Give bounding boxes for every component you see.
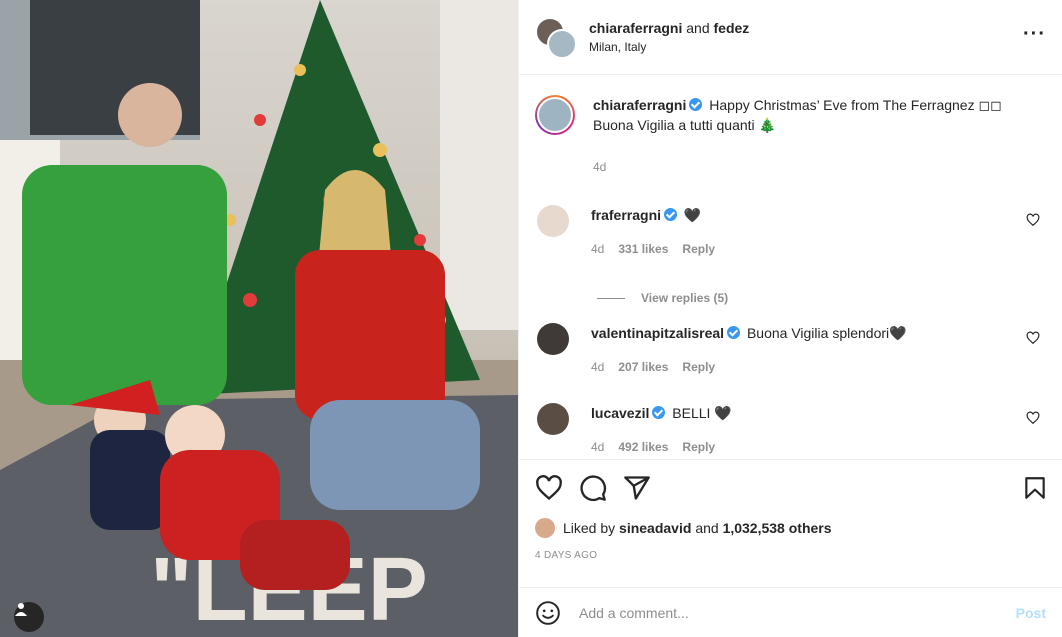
heart-icon[interactable] bbox=[1026, 331, 1040, 345]
comment-input[interactable] bbox=[577, 603, 1016, 622]
comment-text: Buona Vigilia splendori🖤 bbox=[746, 325, 907, 341]
username-link[interactable]: sineadavid bbox=[619, 520, 691, 536]
reply-button[interactable]: Reply bbox=[682, 357, 715, 377]
post-comment-button[interactable]: Post bbox=[1016, 605, 1046, 621]
more-options-icon[interactable]: ··· bbox=[1023, 24, 1046, 44]
avatar[interactable] bbox=[537, 205, 569, 237]
comment: valentinapitzalisreal Buona Vigilia sple… bbox=[535, 323, 1046, 403]
action-icons bbox=[535, 474, 1046, 502]
avatar[interactable] bbox=[535, 518, 555, 538]
likes-summary: Liked by sineadavid and 1,032,538 others bbox=[535, 518, 1046, 538]
comment-likes[interactable]: 207 likes bbox=[618, 357, 668, 377]
collab-avatars[interactable] bbox=[535, 17, 577, 59]
caption-text: Happy Christmas’ Eve from The Ferragnez … bbox=[709, 97, 1002, 113]
avatar[interactable] bbox=[537, 403, 569, 435]
and-text: and bbox=[686, 20, 710, 36]
username-link[interactable]: valentinapitzalisreal bbox=[591, 325, 724, 341]
bookmark-icon[interactable] bbox=[1022, 474, 1048, 502]
username-link[interactable]: chiaraferragni bbox=[593, 97, 686, 113]
username-link[interactable]: lucavezil bbox=[591, 405, 649, 421]
and-text: and bbox=[695, 520, 719, 536]
comment-likes[interactable]: 331 likes bbox=[618, 239, 668, 259]
avatar[interactable] bbox=[535, 95, 575, 135]
like-heart-icon[interactable] bbox=[535, 474, 563, 502]
reply-button[interactable]: Reply bbox=[682, 239, 715, 259]
heart-icon[interactable] bbox=[1026, 213, 1040, 227]
post-photo[interactable]: "LEEP bbox=[0, 0, 518, 637]
verified-icon bbox=[727, 326, 741, 339]
comment-text: 🖤 bbox=[683, 207, 702, 223]
comment-text: BELLI 🖤 bbox=[672, 405, 732, 421]
verified-icon bbox=[689, 98, 703, 111]
timestamp[interactable]: 4d bbox=[591, 357, 604, 377]
person-icon bbox=[15, 603, 27, 616]
caption: chiaraferragni Happy Christmas’ Eve from… bbox=[535, 95, 1046, 205]
username-link[interactable]: chiaraferragni bbox=[589, 20, 682, 36]
emoji-icon[interactable] bbox=[535, 600, 561, 626]
add-comment-bar: Post bbox=[519, 587, 1062, 637]
share-paper-plane-icon[interactable] bbox=[623, 474, 651, 502]
avatar bbox=[547, 29, 577, 59]
verified-icon bbox=[652, 406, 666, 419]
liked-by-prefix: Liked by bbox=[563, 520, 616, 536]
location-link[interactable]: Milan, Italy bbox=[589, 40, 749, 54]
reply-button[interactable]: Reply bbox=[682, 437, 715, 457]
heart-icon[interactable] bbox=[1026, 411, 1040, 425]
comment-bubble-icon[interactable] bbox=[579, 474, 607, 502]
likes-count-link[interactable]: 1,032,538 others bbox=[723, 520, 832, 536]
divider bbox=[597, 297, 625, 299]
username-link[interactable]: fraferragni bbox=[591, 207, 661, 223]
post-date[interactable]: 4 DAYS AGO bbox=[535, 550, 1046, 561]
comment-likes[interactable]: 492 likes bbox=[618, 437, 668, 457]
verified-icon bbox=[664, 208, 678, 221]
header-text: chiaraferragni and fedez Milan, Italy bbox=[589, 20, 749, 54]
post-header: chiaraferragni and fedez Milan, Italy ··… bbox=[519, 0, 1062, 75]
post-actions: Liked by sineadavid and 1,032,538 others… bbox=[519, 459, 1062, 587]
photo-illustration: "LEEP bbox=[0, 0, 518, 637]
comments-section: chiaraferragni Happy Christmas’ Eve from… bbox=[519, 75, 1062, 459]
avatar[interactable] bbox=[537, 323, 569, 355]
username-link[interactable]: fedez bbox=[714, 20, 750, 36]
post-sidebar: chiaraferragni and fedez Milan, Italy ··… bbox=[518, 0, 1062, 637]
view-replies-label: View replies (5) bbox=[641, 291, 729, 305]
view-replies-button[interactable]: View replies (5) bbox=[535, 273, 1046, 323]
caption-text: Buona Vigilia a tutti quanti 🎄 bbox=[593, 117, 776, 133]
collab-names: chiaraferragni and fedez bbox=[589, 20, 749, 36]
timestamp[interactable]: 4d bbox=[591, 437, 604, 457]
comment: lucavezil BELLI 🖤 4d 492 likes Reply bbox=[535, 403, 1046, 459]
comment: fraferragni 🖤 4d 331 likes Reply bbox=[535, 205, 1046, 273]
timestamp[interactable]: 4d bbox=[591, 239, 604, 259]
timestamp[interactable]: 4d bbox=[593, 157, 606, 177]
instagram-post: "LEEP bbox=[0, 0, 1062, 637]
tagged-user-icon[interactable] bbox=[14, 602, 44, 632]
